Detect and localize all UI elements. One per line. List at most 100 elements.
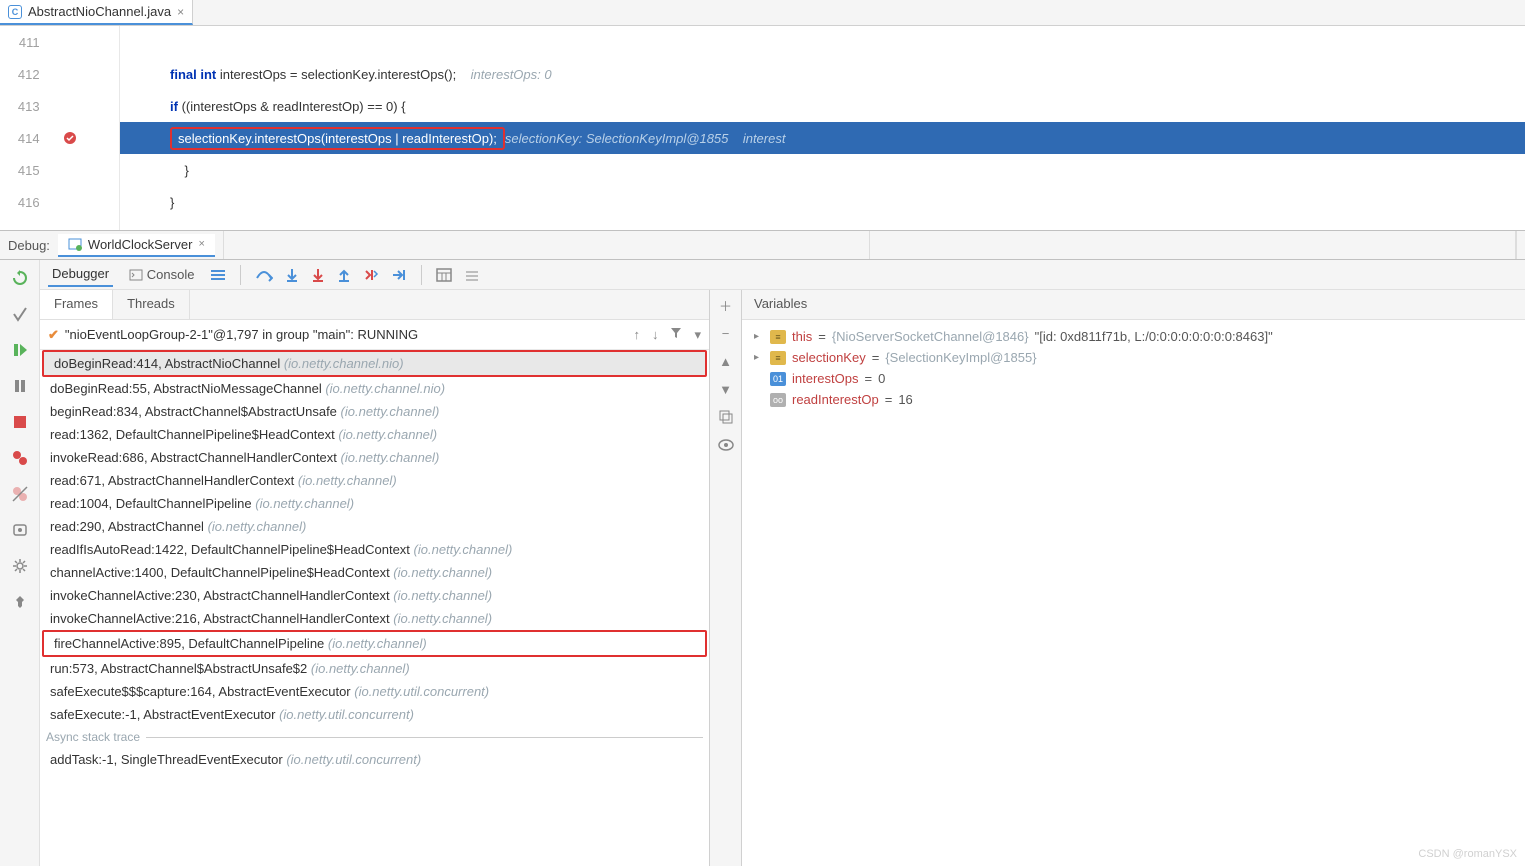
highlighted-expression: selectionKey.interestOps(interestOps | r… — [170, 127, 505, 150]
editor-tab-bar: C AbstractNioChannel.java × — [0, 0, 1525, 26]
code-line-current: selectionKey.interestOps(interestOps | r… — [120, 122, 1525, 154]
stop-button[interactable] — [10, 412, 30, 432]
step-over-button[interactable] — [255, 268, 273, 282]
step-into-button[interactable] — [285, 268, 299, 282]
debug-left-toolbar — [0, 260, 40, 866]
dropdown-button[interactable]: ▾ — [694, 327, 701, 343]
debug-body: Debugger Console Fr — [0, 260, 1525, 866]
force-step-into-button[interactable] — [311, 268, 325, 282]
remove-watch-button[interactable]: − — [717, 324, 735, 342]
expand-icon[interactable]: ▸ — [754, 352, 764, 363]
stack-frame[interactable]: read:671, AbstractChannelHandlerContext … — [40, 469, 709, 492]
stack-frame[interactable]: addTask:-1, SingleThreadEventExecutor (i… — [40, 748, 709, 771]
debug-header: Debug: WorldClockServer × — [0, 230, 1525, 260]
expand-icon[interactable]: ▸ — [754, 331, 764, 342]
readonly-icon: oo — [770, 393, 786, 407]
code-editor[interactable]: 411 412 413 414 415 416 final int intere… — [0, 26, 1525, 230]
line-number: 415 — [0, 163, 50, 178]
line-number: 411 — [0, 35, 50, 50]
frames-tab[interactable]: Frames — [40, 290, 113, 319]
debug-header-rest — [223, 231, 1517, 259]
trace-current-stream-chain-button[interactable] — [464, 268, 480, 282]
pause-button[interactable] — [10, 376, 30, 396]
run-to-cursor-button[interactable] — [391, 268, 407, 282]
stack-frame[interactable]: safeExecute:-1, AbstractEventExecutor (i… — [40, 703, 709, 726]
stack-frame[interactable]: readIfIsAutoRead:1422, DefaultChannelPip… — [40, 538, 709, 561]
show-watches-button[interactable] — [717, 436, 735, 454]
code-area[interactable]: final int interestOps = selectionKey.int… — [120, 26, 1525, 230]
drop-frame-button[interactable] — [363, 268, 379, 282]
line-number: 412 — [0, 67, 50, 82]
close-icon[interactable]: × — [177, 5, 184, 19]
modify-run-button[interactable] — [10, 304, 30, 324]
filter-button[interactable] — [670, 327, 682, 343]
stack-frame[interactable]: read:1004, DefaultChannelPipeline (io.ne… — [40, 492, 709, 515]
editor-tab-label: AbstractNioChannel.java — [28, 4, 171, 19]
variable-row[interactable]: ▸≡this = {NioServerSocketChannel@1846} "… — [750, 326, 1517, 347]
stack-frame[interactable]: run:573, AbstractChannel$AbstractUnsafe$… — [40, 657, 709, 680]
step-out-button[interactable] — [337, 268, 351, 282]
code-line: final int interestOps = selectionKey.int… — [120, 58, 1525, 90]
prev-frame-button[interactable]: ↑ — [633, 327, 640, 343]
duplicate-watch-button[interactable] — [717, 408, 735, 426]
code-line: } — [120, 186, 1525, 218]
variables-list[interactable]: ▸≡this = {NioServerSocketChannel@1846} "… — [742, 320, 1525, 866]
next-frame-button[interactable]: ↓ — [652, 327, 659, 343]
rerun-button[interactable] — [10, 268, 30, 288]
breakpoint-icon[interactable] — [50, 130, 119, 146]
settings-button[interactable] — [10, 556, 30, 576]
stack-frame[interactable]: read:290, AbstractChannel (io.netty.chan… — [40, 515, 709, 538]
evaluate-expression-button[interactable] — [436, 268, 452, 282]
mute-breakpoints-button[interactable] — [10, 484, 30, 504]
frames-panel: Frames Threads ✔ "nioEventLoopGroup-2-1"… — [40, 290, 710, 866]
console-icon — [129, 268, 143, 282]
close-icon[interactable]: × — [198, 238, 204, 250]
code-line — [120, 26, 1525, 58]
stack-frame[interactable]: read:1362, DefaultChannelPipeline$HeadCo… — [40, 423, 709, 446]
object-icon: ≡ — [770, 330, 786, 344]
stack-frame[interactable]: beginRead:834, AbstractChannel$AbstractU… — [40, 400, 709, 423]
run-config-icon — [68, 237, 82, 251]
move-down-button[interactable]: ▼ — [717, 380, 735, 398]
debug-main: Debugger Console Fr — [40, 260, 1525, 866]
debug-toolbar: Debugger Console — [40, 260, 1525, 290]
threads-tab[interactable]: Threads — [113, 290, 190, 319]
gutter: 411 412 413 414 415 416 — [0, 26, 120, 230]
variables-panel: Variables ▸≡this = {NioServerSocketChann… — [742, 290, 1525, 866]
new-watch-button[interactable]: ＋ — [717, 296, 735, 314]
check-icon: ✔ — [48, 327, 59, 343]
debug-config-label: WorldClockServer — [88, 237, 193, 252]
stack-frame[interactable]: safeExecute$$$capture:164, AbstractEvent… — [40, 680, 709, 703]
thread-selector[interactable]: ✔ "nioEventLoopGroup-2-1"@1,797 in group… — [40, 320, 709, 350]
frames-tabs: Frames Threads — [40, 290, 709, 320]
threads-icon[interactable] — [210, 268, 226, 282]
object-icon: ≡ — [770, 351, 786, 365]
editor-tab[interactable]: C AbstractNioChannel.java × — [0, 0, 193, 25]
stack-frame[interactable]: doBeginRead:414, AbstractNioChannel (io.… — [42, 350, 707, 377]
variable-row[interactable]: ooreadInterestOp = 16 — [750, 389, 1517, 410]
resume-button[interactable] — [10, 340, 30, 360]
stack-frame[interactable]: invokeChannelActive:230, AbstractChannel… — [40, 584, 709, 607]
stack-frame[interactable]: doBeginRead:55, AbstractNioMessageChanne… — [40, 377, 709, 400]
pin-button[interactable] — [10, 592, 30, 612]
variables-header: Variables — [742, 290, 1525, 320]
frames-list[interactable]: doBeginRead:414, AbstractNioChannel (io.… — [40, 350, 709, 866]
vars-toolbar: ＋ − ▲ ▼ — [710, 290, 742, 866]
variable-row[interactable]: 01interestOps = 0 — [750, 368, 1517, 389]
stack-frame[interactable]: channelActive:1400, DefaultChannelPipeli… — [40, 561, 709, 584]
console-tab[interactable]: Console — [125, 263, 198, 287]
debugger-tab[interactable]: Debugger — [48, 262, 113, 287]
int-icon: 01 — [770, 372, 786, 386]
stack-frame[interactable]: fireChannelActive:895, DefaultChannelPip… — [42, 630, 707, 657]
debug-label: Debug: — [8, 238, 50, 253]
java-class-icon: C — [8, 5, 22, 19]
get-thread-dump-button[interactable] — [10, 520, 30, 540]
code-line: } — [120, 154, 1525, 186]
move-up-button[interactable]: ▲ — [717, 352, 735, 370]
stack-frame[interactable]: invokeRead:686, AbstractChannelHandlerCo… — [40, 446, 709, 469]
debug-config-tab[interactable]: WorldClockServer × — [58, 234, 215, 257]
stack-frame[interactable]: invokeChannelActive:216, AbstractChannel… — [40, 607, 709, 630]
variable-row[interactable]: ▸≡selectionKey = {SelectionKeyImpl@1855} — [750, 347, 1517, 368]
code-line: if ((interestOps & readInterestOp) == 0)… — [120, 90, 1525, 122]
view-breakpoints-button[interactable] — [10, 448, 30, 468]
